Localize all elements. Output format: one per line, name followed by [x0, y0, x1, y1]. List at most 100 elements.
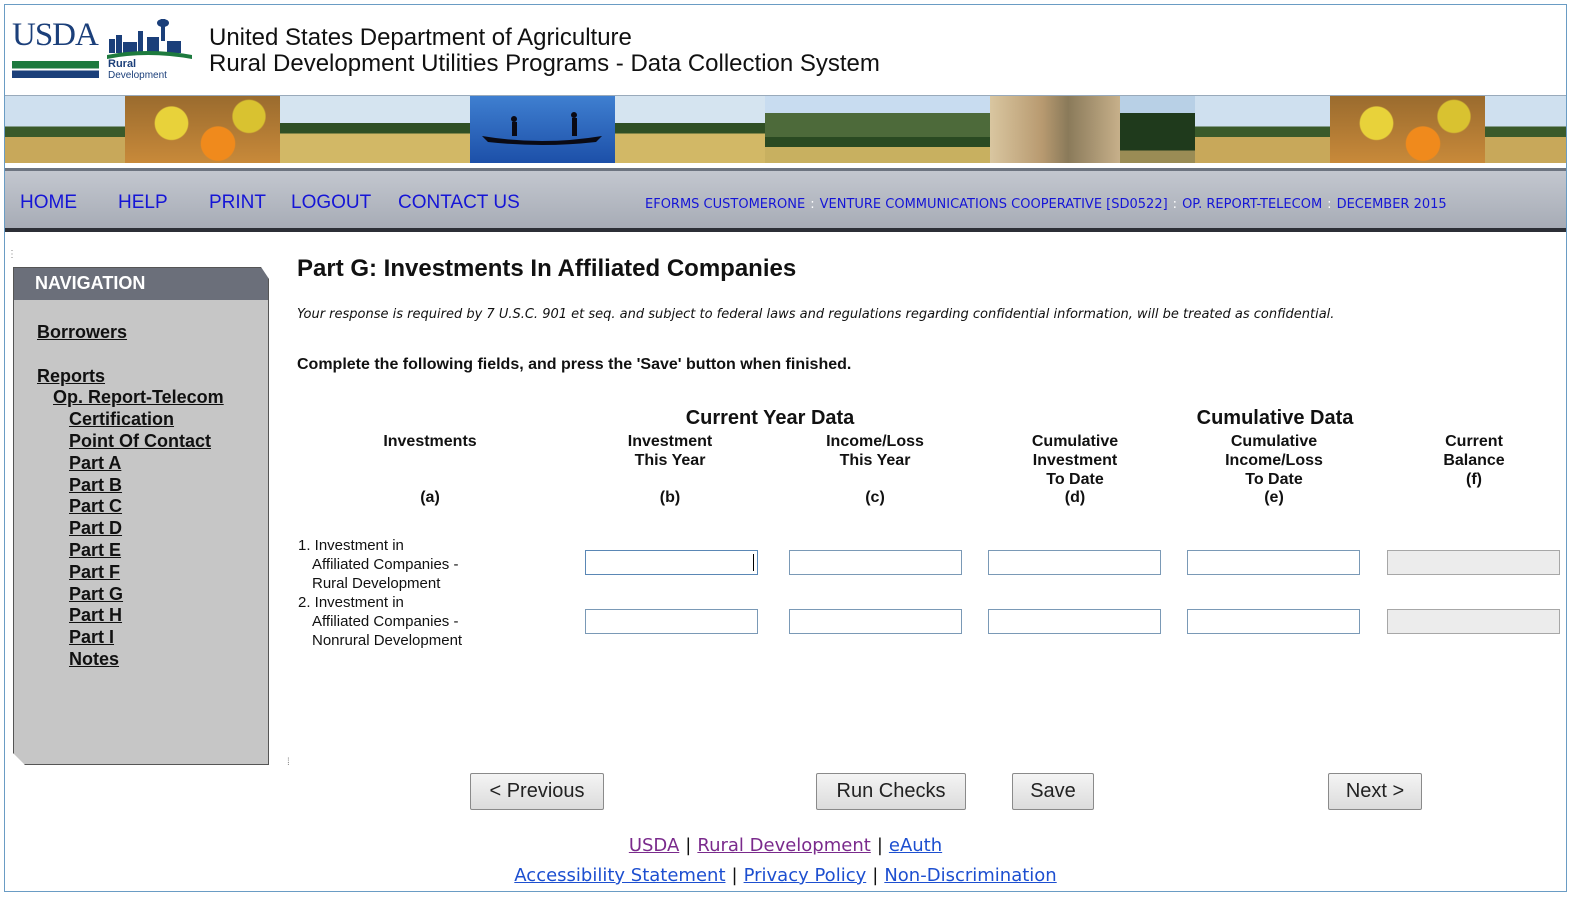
- splitter-handle-icon[interactable]: ⋮: [7, 249, 17, 260]
- banner-landscape-image: [615, 96, 765, 163]
- column-letter: (b): [659, 489, 681, 506]
- sidebar-item-part-e[interactable]: Part E: [69, 540, 121, 561]
- row-label-line: 1. Investment in: [298, 537, 404, 554]
- column-letter: (f): [1466, 471, 1482, 488]
- column-header-line: Cumulative: [1230, 433, 1318, 450]
- income-loss-this-year-rural-input[interactable]: [789, 550, 962, 575]
- footer-eauth-link[interactable]: eAuth: [889, 835, 942, 856]
- footer-usda-link[interactable]: USDA: [629, 835, 679, 856]
- sidebar-report-telecom-link[interactable]: Op. Report-Telecom: [53, 387, 224, 408]
- column-header-line: This Year: [839, 452, 911, 469]
- column-header-line: Current: [1445, 433, 1503, 450]
- column-header-line: This Year: [634, 452, 706, 469]
- sidebar-item-notes[interactable]: Notes: [69, 649, 119, 670]
- context-separator: :: [810, 197, 815, 212]
- resize-handle-icon[interactable]: ⁞: [287, 757, 290, 768]
- column-header-income-loss-this-year: Income/Loss This Year: [795, 432, 955, 470]
- photo-banner: [5, 95, 1566, 163]
- nav-logout-link[interactable]: LOGOUT: [291, 192, 371, 214]
- column-letter: (e): [1264, 489, 1284, 506]
- column-letter: (a): [420, 489, 440, 506]
- previous-button[interactable]: < Previous: [470, 773, 604, 810]
- sidebar-item-certification[interactable]: Certification: [69, 409, 174, 430]
- column-header-investment-this-year: Investment This Year: [590, 432, 750, 470]
- row-label-line: Nonrural Development: [312, 632, 463, 649]
- usda-rd-logo[interactable]: USDA Rural Development: [12, 17, 192, 83]
- usda-logo-text: USDA: [12, 17, 99, 53]
- session-context: EFORMS CUSTOMERONE: VENTURE COMMUNICATION…: [645, 197, 1447, 212]
- current-year-data-heading: Current Year Data: [685, 407, 855, 429]
- nav-print-link[interactable]: PRINT: [209, 192, 266, 214]
- context-borrower: VENTURE COMMUNICATIONS COOPERATIVE [SD05…: [819, 197, 1168, 212]
- current-balance-rural-field: [1387, 550, 1560, 575]
- next-button[interactable]: Next >: [1328, 773, 1422, 810]
- row-label-rural: 1. Investment in Affiliated Companies - …: [298, 536, 458, 593]
- column-header-line: Investment: [627, 433, 713, 450]
- row-label-line: Affiliated Companies -: [312, 613, 459, 630]
- usda-logo-band-icon: [12, 61, 99, 78]
- sidebar-item-part-g[interactable]: Part G: [69, 584, 123, 605]
- context-separator: :: [1327, 197, 1332, 212]
- cumulative-income-loss-rural-input[interactable]: [1187, 550, 1360, 575]
- cumulative-investment-nonrural-input[interactable]: [988, 609, 1161, 634]
- banner-mountain-image: [765, 96, 990, 163]
- column-header-line: Cumulative: [1031, 433, 1119, 450]
- form-instructions: Complete the following fields, and press…: [297, 356, 852, 373]
- page-title: Part G: Investments In Affiliated Compan…: [297, 255, 797, 282]
- income-loss-this-year-nonrural-input[interactable]: [789, 609, 962, 634]
- footer-rural-development-link[interactable]: Rural Development: [697, 835, 870, 856]
- column-header-cumulative-income-loss: Cumulative Income/Loss To Date: [1194, 432, 1354, 489]
- column-header-line: Investments: [383, 433, 477, 450]
- sidebar-item-part-h[interactable]: Part H: [69, 605, 122, 626]
- cumulative-investment-rural-input[interactable]: [988, 550, 1161, 575]
- sidebar-item-part-d[interactable]: Part D: [69, 518, 122, 539]
- banner-landscape-image: [280, 96, 470, 163]
- sidebar-item-part-a[interactable]: Part A: [69, 453, 121, 474]
- navigation-panel: NAVIGATION Borrowers Reports Op. Report-…: [13, 267, 269, 765]
- column-header-investments: Investments: [350, 432, 510, 451]
- column-letter: (c): [865, 489, 885, 506]
- save-button[interactable]: Save: [1012, 773, 1094, 810]
- banner-landscape-image: [5, 96, 125, 163]
- current-balance-nonrural-field: [1387, 609, 1560, 634]
- sidebar-reports-link[interactable]: Reports: [37, 366, 105, 387]
- context-separator: :: [1172, 197, 1178, 212]
- cumulative-income-loss-nonrural-input[interactable]: [1187, 609, 1360, 634]
- column-header-line: Investment: [1032, 452, 1118, 469]
- investment-this-year-rural-input[interactable]: [585, 550, 758, 575]
- sidebar-item-part-b[interactable]: Part B: [69, 475, 122, 496]
- column-header-line: Balance: [1443, 452, 1505, 469]
- footer-separator: |: [876, 835, 883, 856]
- footer-privacy-link[interactable]: Privacy Policy: [744, 865, 867, 886]
- sidebar-item-point-of-contact[interactable]: Point Of Contact: [69, 431, 211, 452]
- column-header-line: Income/Loss: [1225, 452, 1323, 469]
- column-header-current-balance: Current Balance (f): [1394, 432, 1554, 489]
- investment-this-year-nonrural-input[interactable]: [585, 609, 758, 634]
- footer-separator: |: [731, 865, 738, 886]
- browser-frame: USDA Rural Development United States Dep…: [4, 4, 1567, 892]
- banner-fruit-image: [1330, 96, 1485, 163]
- banner-fruit-image: [125, 96, 280, 163]
- navigation-heading: NAVIGATION: [14, 268, 268, 300]
- confidentiality-notice: Your response is required by 7 U.S.C. 90…: [297, 307, 1335, 322]
- column-header-cumulative-investment: Cumulative Investment To Date: [995, 432, 1155, 489]
- column-header-line: To Date: [1046, 471, 1104, 488]
- run-checks-button[interactable]: Run Checks: [816, 773, 966, 810]
- sidebar-item-part-i[interactable]: Part I: [69, 627, 114, 648]
- nav-home-link[interactable]: HOME: [20, 192, 77, 214]
- site-subtitle: Rural Development Utilities Programs - D…: [209, 50, 880, 77]
- footer-non-discrimination-link[interactable]: Non-Discrimination: [884, 865, 1056, 886]
- sidebar-item-part-c[interactable]: Part C: [69, 496, 122, 517]
- nav-help-link[interactable]: HELP: [118, 192, 168, 214]
- row-label-nonrural: 2. Investment in Affiliated Companies - …: [298, 593, 462, 650]
- sidebar-item-part-f[interactable]: Part F: [69, 562, 120, 583]
- logo-development-text: Development: [108, 70, 167, 81]
- context-period: DECEMBER 2015: [1336, 197, 1447, 212]
- footer-accessibility-link[interactable]: Accessibility Statement: [514, 865, 725, 886]
- nav-contact-us-link[interactable]: CONTACT US: [398, 192, 520, 214]
- site-header: USDA Rural Development United States Dep…: [5, 5, 1566, 95]
- column-letter: (d): [1064, 489, 1086, 506]
- row-label-line: Rural Development: [312, 575, 441, 592]
- sidebar-borrowers-link[interactable]: Borrowers: [37, 322, 127, 343]
- site-title: United States Department of Agriculture: [209, 24, 632, 51]
